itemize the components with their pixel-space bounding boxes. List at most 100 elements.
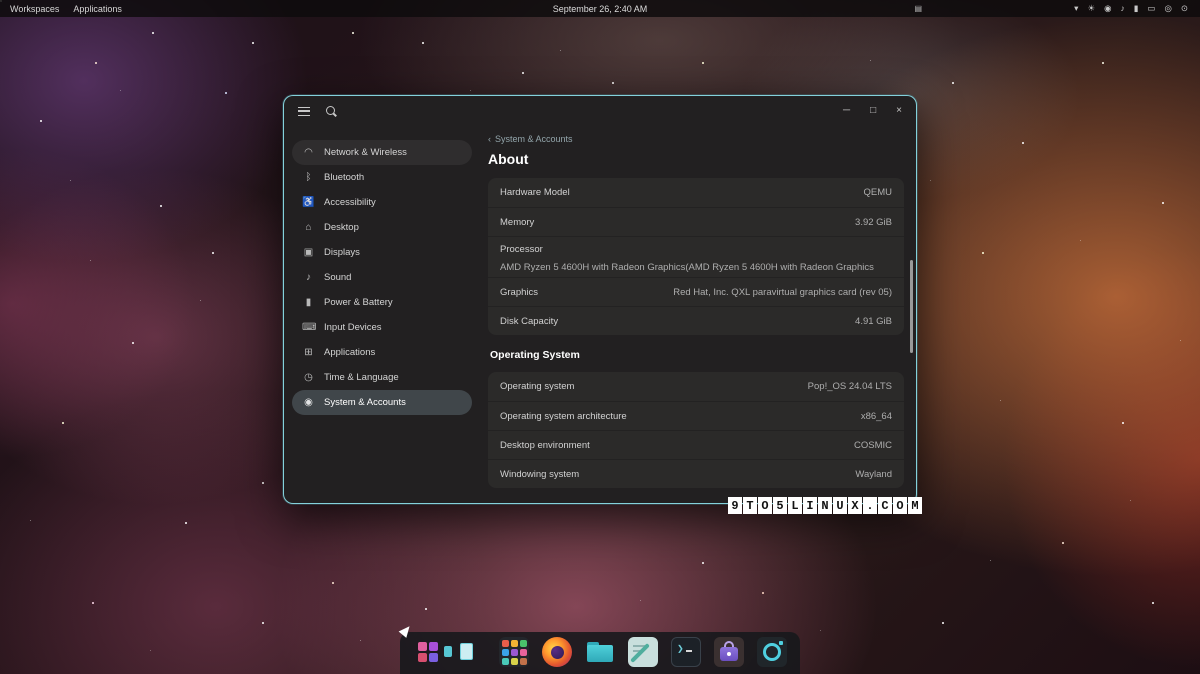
- bluetooth-icon: ᛒ: [302, 172, 315, 183]
- sidebar-item-desktop[interactable]: ⌂ Desktop: [292, 215, 472, 240]
- row-os-architecture: Operating system architecture x86_64: [488, 401, 904, 430]
- row-processor: Processor AMD Ryzen 5 4600H with Radeon …: [488, 236, 904, 277]
- dock-item-files[interactable]: [585, 637, 615, 667]
- brightness-icon[interactable]: ☀: [1087, 4, 1095, 13]
- watermark-char: C: [878, 497, 892, 514]
- watermark-char: N: [818, 497, 832, 514]
- input-source-icon[interactable]: ▤: [914, 4, 922, 13]
- sidebar-item-label: Applications: [324, 347, 375, 358]
- notifications-icon[interactable]: ◎: [1164, 4, 1171, 13]
- network-icon[interactable]: ◉: [1104, 4, 1111, 13]
- sidebar-item-label: Input Devices: [324, 322, 382, 333]
- top-panel: Workspaces Applications September 26, 2:…: [0, 0, 1200, 17]
- row-label: Operating system architecture: [500, 411, 627, 422]
- row-label: Operating system: [500, 381, 574, 392]
- row-windowing-system: Windowing system Wayland: [488, 459, 904, 488]
- sidebar-item-label: Desktop: [324, 222, 359, 233]
- applications-button[interactable]: Applications: [73, 4, 122, 14]
- settings-sidebar: ◠ Network & Wireless ᛒ Bluetooth ♿ Acces…: [284, 126, 480, 503]
- sidebar-item-displays[interactable]: ▣ Displays: [292, 240, 472, 265]
- dock-item-settings[interactable]: [757, 637, 787, 667]
- clock-button[interactable]: September 26, 2:40 AM: [553, 4, 648, 14]
- window-titlebar[interactable]: ─ □ ×: [284, 96, 916, 126]
- dock-item-app-library[interactable]: [499, 637, 529, 667]
- dock-item-store[interactable]: [714, 637, 744, 667]
- sidebar-item-time-language[interactable]: ◷ Time & Language: [292, 365, 472, 390]
- workspaces-button[interactable]: Workspaces: [10, 4, 59, 14]
- grid-icon: ⊞: [302, 347, 315, 358]
- watermark-char: 5: [773, 497, 787, 514]
- dock-item-text-editor[interactable]: [628, 637, 658, 667]
- dock-item-launcher[interactable]: [413, 637, 443, 667]
- settings-gear-icon: [757, 637, 787, 667]
- settings-window: ─ □ × ◠ Network & Wireless ᛒ Bluetooth ♿…: [283, 95, 917, 504]
- dock-item-firefox[interactable]: [542, 637, 572, 667]
- row-graphics: Graphics Red Hat, Inc. QXL paravirtual g…: [488, 277, 904, 306]
- accessibility-icon: ♿: [302, 197, 315, 208]
- maximize-button[interactable]: □: [870, 106, 876, 116]
- row-label: Hardware Model: [500, 187, 570, 198]
- watermark-char: 9: [728, 497, 742, 514]
- watermark-char: U: [833, 497, 847, 514]
- terminal-icon: [671, 637, 701, 667]
- row-value: Pop!_OS 24.04 LTS: [808, 381, 892, 392]
- row-value: Red Hat, Inc. QXL paravirtual graphics c…: [673, 287, 892, 298]
- watermark-char: I: [803, 497, 817, 514]
- user-icon: ◉: [302, 397, 315, 408]
- text-editor-icon: [628, 637, 658, 667]
- dock-item-window-tiling[interactable]: [456, 637, 486, 667]
- sidebar-item-label: Network & Wireless: [324, 147, 407, 158]
- battery-icon[interactable]: ▮: [1134, 4, 1139, 13]
- search-icon[interactable]: [326, 106, 337, 117]
- watermark-char: O: [758, 497, 772, 514]
- watermark-char: O: [893, 497, 907, 514]
- sidebar-item-network-wireless[interactable]: ◠ Network & Wireless: [292, 140, 472, 165]
- sidebar-item-applications[interactable]: ⊞ Applications: [292, 340, 472, 365]
- firefox-icon: [542, 637, 572, 667]
- row-value: 3.92 GiB: [855, 217, 892, 228]
- dock-item-terminal[interactable]: [671, 637, 701, 667]
- breadcrumb[interactable]: ‹ System & Accounts: [488, 134, 573, 144]
- row-value: COSMIC: [854, 440, 892, 451]
- watermark-char: M: [908, 497, 922, 514]
- watermark-char: X: [848, 497, 862, 514]
- menu-icon[interactable]: [298, 107, 310, 116]
- watermark-char: T: [743, 497, 757, 514]
- sidebar-item-label: Power & Battery: [324, 297, 393, 308]
- sidebar-item-label: Bluetooth: [324, 172, 364, 183]
- store-icon: [714, 637, 744, 667]
- window-body: ◠ Network & Wireless ᛒ Bluetooth ♿ Acces…: [284, 126, 916, 503]
- desktop-icon: ⌂: [302, 222, 315, 233]
- row-value: Wayland: [855, 469, 892, 480]
- sidebar-item-power-battery[interactable]: ▮ Power & Battery: [292, 290, 472, 315]
- chevron-down-icon[interactable]: ▾: [1074, 4, 1078, 13]
- system-tray: ▾ ☀ ◉ ♪ ▮ ▭ ◎ ⊙: [1074, 4, 1200, 13]
- row-value: x86_64: [861, 411, 892, 422]
- content-scrollbar[interactable]: [910, 260, 913, 353]
- sidebar-item-input-devices[interactable]: ⌨ Input Devices: [292, 315, 472, 340]
- sidebar-item-accessibility[interactable]: ♿ Accessibility: [292, 190, 472, 215]
- display-icon: ▣: [302, 247, 315, 258]
- row-label: Memory: [500, 217, 534, 228]
- minimize-button[interactable]: ─: [843, 106, 850, 116]
- row-value: 4.91 GiB: [855, 316, 892, 327]
- sidebar-item-sound[interactable]: ♪ Sound: [292, 265, 472, 290]
- os-info-card: Operating system Pop!_OS 24.04 LTS Opera…: [488, 372, 904, 488]
- row-label: Graphics: [500, 287, 538, 298]
- sound-icon[interactable]: ♪: [1120, 4, 1124, 13]
- row-operating-system: Operating system Pop!_OS 24.04 LTS: [488, 372, 904, 401]
- section-title-operating-system: Operating System: [490, 349, 904, 361]
- sidebar-item-system-accounts[interactable]: ◉ System & Accounts: [292, 390, 472, 415]
- keyboard-icon: ⌨: [302, 322, 315, 333]
- keyboard-layout-icon[interactable]: ▭: [1147, 4, 1155, 13]
- sidebar-item-bluetooth[interactable]: ᛒ Bluetooth: [292, 165, 472, 190]
- close-button[interactable]: ×: [896, 106, 902, 116]
- wifi-icon: ◠: [302, 147, 315, 158]
- sidebar-item-label: Sound: [324, 272, 351, 283]
- breadcrumb-label: System & Accounts: [495, 134, 573, 144]
- sidebar-item-label: Accessibility: [324, 197, 376, 208]
- power-icon[interactable]: ⊙: [1181, 4, 1188, 13]
- row-value: AMD Ryzen 5 4600H with Radeon Graphics(A…: [500, 262, 892, 273]
- sidebar-item-label: Displays: [324, 247, 360, 258]
- clock-icon: ◷: [302, 372, 315, 383]
